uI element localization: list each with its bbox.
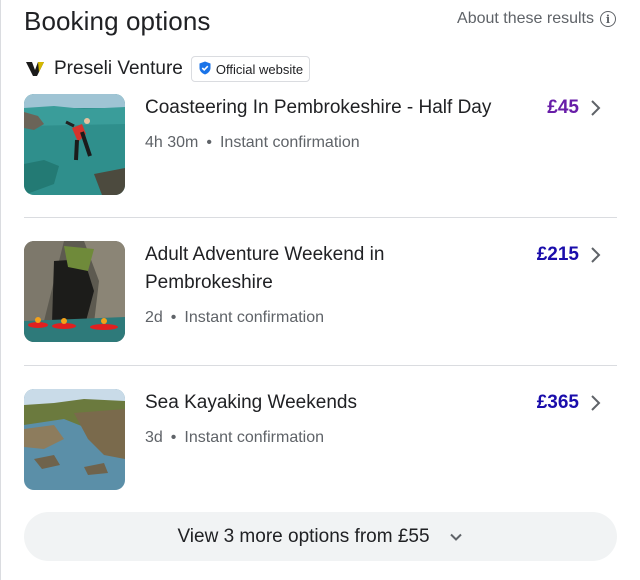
option-price: £215 [536, 244, 579, 265]
official-website-badge: Official website [190, 56, 311, 82]
chevron-right-icon [591, 100, 601, 116]
booking-option-1[interactable]: Coasteering In Pembrokeshire - Half Day … [24, 94, 617, 195]
divider [24, 365, 617, 366]
about-results-link[interactable]: About these results i [457, 10, 616, 28]
info-icon: i [600, 11, 616, 27]
about-results-label: About these results [457, 10, 594, 27]
chevron-down-icon [449, 533, 462, 541]
page-title: Booking options [24, 6, 211, 36]
option-duration: 3d [145, 429, 163, 446]
option-confirmation: Instant confirmation [184, 429, 325, 446]
option-price: £365 [536, 392, 579, 413]
option-price: £45 [547, 97, 579, 118]
provider-name: Preseli Venture [54, 58, 183, 79]
meta-separator: • [170, 429, 177, 446]
option-title: Sea Kayaking Weekends [145, 392, 357, 413]
booking-option-3[interactable]: Sea Kayaking Weekends 3d • Instant confirm… [24, 389, 617, 490]
provider-header: Preseli Venture Official website [24, 56, 311, 82]
verified-shield-icon [198, 61, 212, 78]
option-title: Adult Adventure Weekend in Pembrokeshire [145, 244, 385, 293]
option-meta: 3d • Instant confirmation [145, 429, 324, 447]
coasteering-photo [24, 94, 125, 195]
option-title: Coasteering In Pembrokeshire - Half Day [145, 97, 492, 118]
provider-logo-icon [24, 58, 46, 80]
sea-cave-kayak-photo [24, 241, 125, 342]
booking-option-2[interactable]: Adult Adventure Weekend in Pembrokeshire… [24, 241, 617, 342]
chevron-right-icon [591, 247, 601, 263]
chevron-right-icon [591, 395, 601, 411]
official-website-label: Official website [215, 61, 304, 77]
panel-border [0, 0, 1, 580]
meta-separator: • [170, 309, 177, 326]
coastline-photo [24, 389, 125, 490]
option-duration: 2d [145, 309, 163, 326]
option-meta: 4h 30m • Instant confirmation [145, 134, 360, 152]
option-confirmation: Instant confirmation [219, 134, 360, 151]
view-more-options-button[interactable]: View 3 more options from £55 [24, 512, 617, 561]
view-more-label: View 3 more options from £55 [177, 525, 430, 547]
meta-separator: • [206, 134, 212, 151]
option-duration: 4h 30m [145, 134, 199, 151]
option-confirmation: Instant confirmation [184, 309, 325, 326]
option-meta: 2d • Instant confirmation [145, 309, 324, 327]
divider [24, 217, 617, 218]
